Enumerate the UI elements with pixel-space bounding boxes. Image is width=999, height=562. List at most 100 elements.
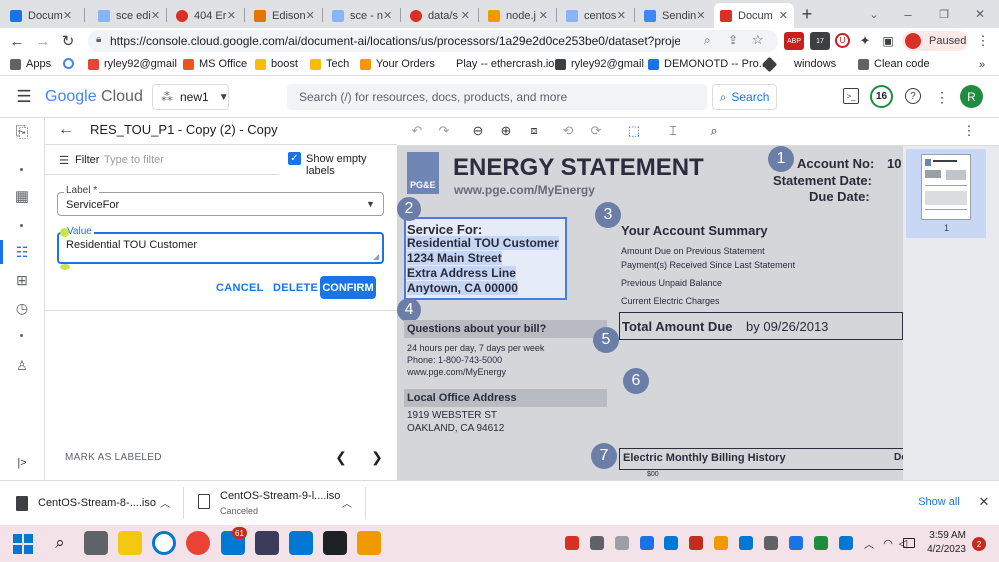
project-picker[interactable]: ⁂ new1 ▼ <box>152 84 229 110</box>
region-number-badge[interactable]: 1 <box>768 146 794 172</box>
terminal-icon[interactable] <box>323 531 347 555</box>
zoom-icon[interactable]: ⌕ <box>704 33 711 48</box>
close-window-icon[interactable]: ✕ <box>972 4 988 24</box>
close-tab-icon[interactable]: ✕ <box>151 9 160 22</box>
region-number-badge[interactable]: 7 <box>591 443 617 469</box>
search-icon[interactable]: ⌕ <box>706 123 722 139</box>
region-number-badge[interactable]: 4 <box>397 298 421 322</box>
region-number-badge[interactable]: 2 <box>397 197 421 221</box>
rotate-left-icon[interactable]: ⟲ <box>560 123 576 139</box>
tab-2[interactable]: 404 Er ✕ <box>170 3 242 28</box>
search-input[interactable]: Search (/) for resources, docs, products… <box>287 84 707 110</box>
tab-8[interactable]: Sendin ✕ <box>638 3 710 28</box>
tab-search-chevron-icon[interactable]: ⌄ <box>866 4 882 24</box>
resize-handle-icon[interactable]: ◢ <box>373 252 379 261</box>
close-tab-icon[interactable]: ✕ <box>306 9 315 22</box>
redo-icon[interactable]: ↷ <box>436 123 452 139</box>
zoom-out-icon[interactable]: ⊖ <box>470 123 486 139</box>
grid-icon[interactable]: ⊞ <box>12 270 32 290</box>
tray-icon[interactable] <box>664 536 678 550</box>
tray-icon[interactable] <box>814 536 828 550</box>
label-select[interactable]: Label * ServiceFor ▼ <box>57 185 384 216</box>
new-tab-icon[interactable]: + <box>797 4 817 24</box>
mark-as-labeled-button[interactable]: MARK AS LABELED <box>65 452 162 463</box>
app-icon[interactable] <box>255 531 279 555</box>
tab-9-active[interactable]: Docum ✕ <box>714 3 794 28</box>
region-number-badge[interactable]: 6 <box>623 368 649 394</box>
undo-icon[interactable]: ↶ <box>409 123 425 139</box>
address-bar[interactable]: 🔒︎ https://console.cloud.google.com/ai/d… <box>88 30 778 52</box>
close-tab-icon[interactable]: ✕ <box>617 9 626 22</box>
dataset-icon[interactable]: ☷ <box>12 242 32 262</box>
bookmark-ms-office[interactable]: MS Office <box>183 58 247 70</box>
tray-icon[interactable] <box>714 536 728 550</box>
user-edit-icon[interactable]: ♙ <box>12 356 32 376</box>
zoom-in-icon[interactable]: ⊕ <box>498 123 514 139</box>
close-tab-icon[interactable]: ✕ <box>63 9 72 22</box>
bookmark-ethercrash[interactable]: Play -- ethercrash.io <box>440 58 554 70</box>
google-cloud-logo[interactable]: Google Cloud <box>45 88 143 106</box>
adblock-extension-icon[interactable]: ABP <box>784 32 804 50</box>
bookmark-windows[interactable]: windows <box>761 56 836 72</box>
show-empty-checkbox[interactable]: ✓ <box>288 152 301 165</box>
extension-badge-icon[interactable]: 17 <box>810 32 830 50</box>
chevron-up-icon[interactable]: ︿ <box>158 494 172 510</box>
share-icon[interactable]: ⇪ <box>728 33 738 47</box>
battery-icon[interactable] <box>903 538 915 548</box>
tray-icon[interactable] <box>640 536 654 550</box>
tray-icon[interactable] <box>565 536 579 550</box>
bookmark-apps[interactable]: Apps <box>10 58 51 70</box>
file-explorer-icon[interactable] <box>118 531 142 555</box>
tray-icon[interactable] <box>689 536 703 550</box>
dashboard-icon[interactable]: ▦ <box>12 186 32 206</box>
tab-6[interactable]: node.j ✕ <box>482 3 554 28</box>
hamburger-menu-icon[interactable]: ☰ <box>14 87 34 106</box>
bookmark-google[interactable] <box>63 58 79 69</box>
notifications-badge[interactable]: 16 <box>870 85 893 108</box>
close-tab-icon[interactable]: ✕ <box>227 9 236 22</box>
clock-time[interactable]: 3:59 AM <box>926 530 966 541</box>
vscode-icon[interactable] <box>289 531 313 555</box>
bookmark-clean-code[interactable]: Clean code <box>858 58 930 70</box>
forward-arrow-icon[interactable]: → <box>34 32 52 50</box>
bookmark-boost[interactable]: boost <box>255 58 298 70</box>
rotate-right-icon[interactable]: ⟳ <box>588 123 604 139</box>
taskbar-search-icon[interactable]: ⌕ <box>49 532 71 554</box>
close-tab-icon[interactable]: ✕ <box>461 9 470 22</box>
bluetooth-icon[interactable] <box>839 536 853 550</box>
tab-1[interactable]: sce edi ✕ <box>92 3 164 28</box>
avatar[interactable]: R <box>960 85 983 108</box>
tab-0[interactable]: Docum ✕ <box>4 3 76 28</box>
chrome-taskbar-icon[interactable] <box>186 531 210 555</box>
bookmark-your-orders[interactable]: Your Orders <box>360 58 435 70</box>
bounding-box-tool-icon[interactable]: ⬚ <box>625 123 643 139</box>
filter-input[interactable]: Type to filter <box>104 154 164 166</box>
chevron-up-icon[interactable]: ︿ <box>862 534 876 552</box>
previous-page-icon[interactable]: ❮ <box>334 449 348 465</box>
back-arrow-icon[interactable]: ← <box>57 121 75 139</box>
minimize-icon[interactable]: – <box>900 4 916 24</box>
more-bookmarks-icon[interactable]: » <box>975 57 989 73</box>
close-tab-icon[interactable]: ✕ <box>696 9 705 22</box>
extensions-puzzle-icon[interactable]: ✦ <box>857 32 873 50</box>
close-tab-icon[interactable]: ✕ <box>539 9 548 22</box>
document-canvas[interactable]: PG&E ENERGY STATEMENT www.pge.com/MyEner… <box>397 146 903 480</box>
help-icon[interactable]: ? <box>905 88 921 104</box>
bookmark-star-icon[interactable]: ☆ <box>752 32 764 48</box>
bookmark-demonotd[interactable]: DEMONOTD -- Pro... <box>648 58 768 70</box>
confirm-button[interactable]: CONFIRM <box>320 276 376 299</box>
cancel-button[interactable]: CANCEL <box>216 282 264 294</box>
show-all-button[interactable]: Show all <box>910 487 968 517</box>
thumbnail-selected[interactable]: 1 <box>906 149 986 238</box>
download-item-2-name[interactable]: CentOS-Stream-9-l....iso <box>220 490 340 502</box>
restore-icon[interactable]: ❐ <box>936 4 952 24</box>
cortana-icon[interactable] <box>152 531 176 555</box>
tab-3[interactable]: Edison ✕ <box>248 3 320 28</box>
notification-center-badge[interactable]: 2 <box>972 537 986 551</box>
back-arrow-icon[interactable]: ← <box>8 32 26 50</box>
close-downloads-icon[interactable]: ✕ <box>977 494 991 510</box>
bookmark-tech[interactable]: Tech <box>310 58 349 70</box>
region-number-badge[interactable]: 5 <box>593 327 619 353</box>
windows-start-icon[interactable] <box>13 534 33 554</box>
app-icon[interactable] <box>357 531 381 555</box>
